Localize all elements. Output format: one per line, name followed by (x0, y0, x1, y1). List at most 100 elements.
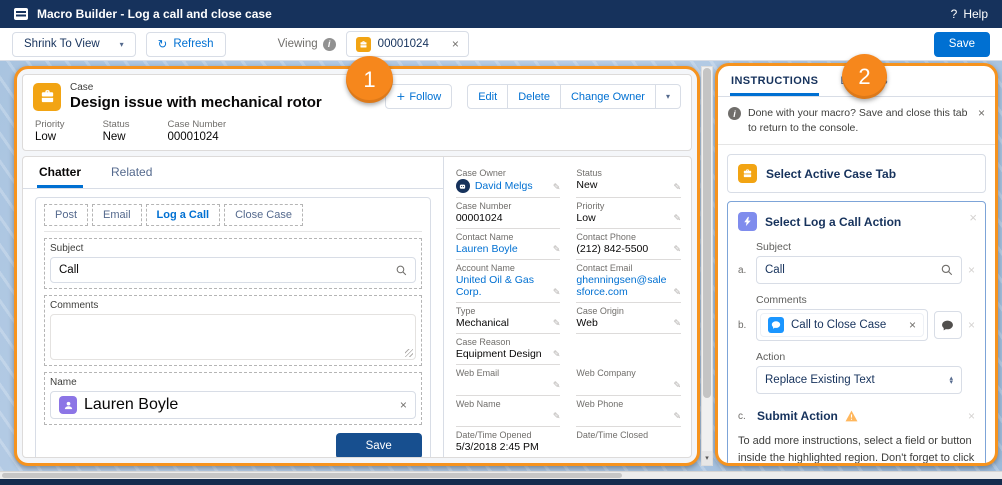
record-field: Web Email ✎ (456, 365, 561, 396)
edit-icon[interactable]: ✎ (673, 412, 681, 422)
contact-email-link[interactable]: ghenningsen@salesforce.com (576, 274, 666, 298)
close-icon[interactable]: × (452, 37, 459, 51)
macro-comments-input[interactable]: Call to Close Case × (756, 309, 928, 341)
edit-icon[interactable]: ✎ (553, 288, 561, 298)
record-details-column: Case Owner David Melgs ✎ Status New ✎ Ca… (444, 157, 691, 457)
search-icon (941, 264, 953, 276)
record-field: Web Phone ✎ (576, 396, 681, 427)
subject-input[interactable]: Call (50, 257, 416, 283)
close-icon[interactable]: × (909, 318, 916, 332)
app-title: Macro Builder - Log a call and close cas… (37, 7, 272, 21)
subject-field-highlight: Subject Call (44, 238, 422, 289)
remove-step-icon[interactable]: × (968, 318, 975, 332)
quick-text-browse-button[interactable] (934, 311, 962, 339)
instruction-select-log-a-call-action: × Select Log a Call Action Subject a. Ca… (727, 201, 986, 466)
callout-badge-1: 1 (346, 56, 393, 103)
edit-button[interactable]: Edit (467, 84, 508, 109)
viewing-label: Viewing i (278, 38, 336, 51)
warning-icon (845, 410, 858, 422)
change-owner-button[interactable]: Change Owner (561, 84, 656, 109)
more-actions-button[interactable]: ▾ (656, 84, 681, 109)
record-tabs: Chatter Related (23, 157, 443, 189)
macro-subject-input[interactable]: Call (756, 256, 962, 284)
comments-label: Comments (756, 294, 975, 306)
case-title: Design issue with mechanical rotor (70, 94, 322, 111)
edit-icon[interactable]: ✎ (673, 381, 681, 391)
step-letter: c. (738, 411, 750, 422)
record-field: Web Company ✎ (576, 365, 681, 396)
edit-icon[interactable]: ✎ (553, 381, 561, 391)
close-icon[interactable]: × (978, 106, 985, 120)
case-owner-link[interactable]: David Melgs (475, 180, 533, 192)
vertical-scrollbar[interactable]: ▾ (701, 66, 713, 466)
tab-close-case[interactable]: Close Case (224, 204, 303, 226)
delete-button[interactable]: Delete (508, 84, 561, 109)
change-owner-icon[interactable]: ✎ (553, 183, 561, 193)
remove-step-icon[interactable]: × (968, 263, 975, 277)
name-chip-label: Lauren Boyle (84, 396, 178, 414)
tab-post[interactable]: Post (44, 204, 88, 226)
contact-icon (59, 396, 77, 414)
tab-log-a-call[interactable]: Log a Call (146, 204, 221, 226)
scrollbar-thumb[interactable] (703, 68, 711, 398)
publisher-save-button[interactable]: Save (336, 433, 422, 457)
follow-button[interactable]: + Follow (385, 84, 452, 109)
scroll-down-arrow[interactable]: ▾ (702, 451, 712, 465)
instruction-select-active-case-tab[interactable]: Select Active Case Tab (727, 154, 986, 193)
refresh-button[interactable]: ↻ Refresh (146, 32, 226, 57)
edit-icon[interactable]: ✎ (673, 214, 681, 224)
action-select[interactable]: Replace Existing Text ▴ ▾ (756, 366, 962, 394)
case-tab-chip[interactable]: 00001024 × (346, 31, 469, 57)
case-body-card: Chatter Related Post Email Log a Call Cl… (22, 156, 692, 458)
case-summary-strip: Priority Low Status New Case Number 0000… (35, 119, 681, 143)
shrink-to-view-button[interactable]: Shrink To View ▾ (12, 32, 136, 57)
help-button[interactable]: ? Help (951, 7, 988, 21)
record-field: Web Name ✎ (456, 396, 561, 427)
record-field: Status New ✎ (576, 165, 681, 198)
edit-icon[interactable]: ✎ (673, 183, 681, 193)
plus-icon: + (396, 90, 405, 103)
edit-icon[interactable]: ✎ (553, 350, 561, 360)
edit-icon[interactable]: ✎ (673, 319, 681, 329)
banner-text: Done with your macro? Save and close thi… (748, 106, 971, 135)
contact-name-link[interactable]: Lauren Boyle (456, 243, 518, 255)
save-macro-button[interactable]: Save (934, 32, 990, 57)
record-field: Contact Email ghenningsen@salesforce.com… (576, 260, 681, 303)
record-field: Case Origin Web ✎ (576, 303, 681, 334)
subject-label: Subject (756, 241, 975, 253)
remove-step-icon[interactable]: × (968, 409, 975, 423)
edit-icon[interactable]: ✎ (553, 319, 561, 329)
refresh-icon: ↻ (158, 37, 168, 51)
record-field: Case Owner David Melgs ✎ (456, 165, 561, 198)
record-field: Date/Time Closed (576, 427, 681, 457)
quick-text-icon (768, 317, 784, 333)
info-icon[interactable]: i (323, 38, 336, 51)
info-icon: i (728, 107, 741, 120)
remove-instruction-icon[interactable]: × (969, 210, 977, 225)
edit-icon[interactable]: ✎ (673, 288, 681, 298)
record-field-empty (576, 334, 681, 365)
close-icon[interactable]: × (400, 398, 407, 412)
tab-chatter[interactable]: Chatter (37, 157, 83, 188)
speech-bubble-icon (941, 319, 954, 332)
name-lookup-input[interactable]: Lauren Boyle × (50, 391, 416, 419)
record-field: Type Mechanical ✎ (456, 303, 561, 334)
scrollbar-thumb[interactable] (2, 473, 622, 478)
comments-textarea[interactable] (50, 314, 416, 360)
record-field: Case Reason Equipment Design ✎ (456, 334, 561, 365)
tab-related[interactable]: Related (109, 157, 154, 188)
stepper-icon: ▴ ▾ (949, 376, 953, 384)
instructions-help-text: To add more instructions, select a field… (738, 433, 975, 466)
account-name-link[interactable]: United Oil & Gas Corp. (456, 274, 547, 298)
step-letter: a. (738, 265, 750, 276)
edit-icon[interactable]: ✎ (673, 245, 681, 255)
horizontal-scrollbar[interactable] (0, 471, 1002, 479)
subject-label: Subject (50, 243, 416, 254)
chatter-publisher: Post Email Log a Call Close Case Subject… (35, 197, 431, 457)
edit-icon[interactable]: ✎ (553, 412, 561, 422)
tab-email[interactable]: Email (92, 204, 142, 226)
summary-status: Status New (103, 119, 130, 143)
avatar (456, 179, 470, 193)
tab-instructions[interactable]: INSTRUCTIONS (730, 66, 819, 96)
edit-icon[interactable]: ✎ (553, 245, 561, 255)
